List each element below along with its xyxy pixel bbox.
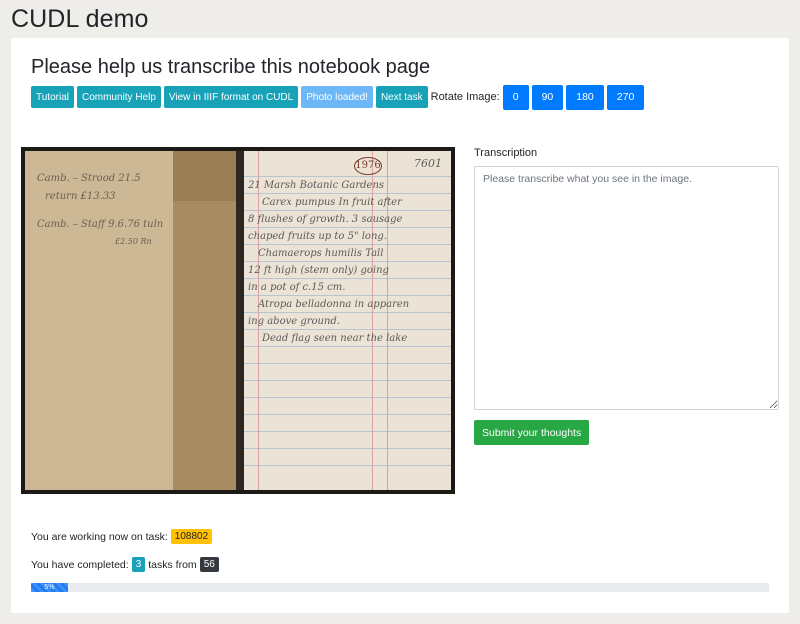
right-note-line: Chamaerops humilis Tall — [258, 248, 384, 259]
submit-button[interactable]: Submit your thoughts — [474, 420, 590, 445]
right-note-line: 21 Marsh Botanic Gardens — [248, 180, 385, 191]
ruled-line — [244, 380, 451, 381]
community-help-button[interactable]: Community Help — [76, 86, 161, 108]
photo-loaded-button[interactable]: Photo loaded! — [301, 86, 373, 108]
completion-status: You have completed: 3 tasks from 56 — [31, 557, 222, 572]
tape-strip — [173, 151, 236, 490]
working-on-label: You are working now on task: — [31, 530, 168, 543]
ruled-line — [244, 193, 451, 194]
ruled-line — [244, 363, 451, 364]
ruled-line — [244, 244, 451, 245]
completed-label: You have completed: — [31, 558, 129, 571]
notebook-spread: Camb. – Strood 21.5 return £13.33 Camb. … — [25, 151, 451, 490]
app-title: CUDL demo — [11, 5, 149, 33]
ruled-line — [244, 210, 451, 211]
right-note-line: Carex pumpus In fruit after — [262, 197, 402, 208]
right-notebook-page: 1976 7601 21 Marsh Botanic Gardens Carex… — [244, 151, 451, 490]
archive-stamp: 1976 — [354, 157, 382, 175]
ruled-line — [244, 448, 451, 449]
left-note-line: return £13.33 — [45, 191, 116, 202]
tape-top-strip — [173, 151, 236, 201]
ruled-line — [244, 176, 451, 177]
page-title: Please help us transcribe this notebook … — [31, 56, 431, 78]
right-note-line: 8 flushes of growth. 3 sausage — [248, 214, 403, 225]
toolbar: Tutorial Community Help View in IIIF for… — [31, 84, 647, 110]
notebook-image: Camb. – Strood 21.5 return £13.33 Camb. … — [21, 147, 455, 494]
total-tasks-badge: 56 — [199, 557, 219, 572]
ruled-line — [244, 261, 451, 262]
page-number: 7601 — [414, 157, 442, 170]
completed-count-badge: 3 — [131, 557, 146, 572]
right-note-line: in a pot of c.15 cm. — [248, 282, 346, 293]
left-note-line: Camb. – Strood 21.5 — [37, 173, 141, 184]
rotate-90-button[interactable]: 90 — [531, 84, 564, 110]
task-id-badge: 108802 — [170, 529, 213, 544]
view-iiif-button[interactable]: View in IIIF format on CUDL — [163, 86, 299, 108]
ruled-line — [244, 295, 451, 296]
transcription-textarea[interactable] — [474, 166, 779, 410]
right-note-line: Atropa belladonna in apparen — [258, 299, 410, 310]
rotate-0-button[interactable]: 0 — [502, 84, 529, 110]
tasks-from-label: tasks from — [148, 558, 197, 571]
right-note-line: 12 ft high (stem only) going — [248, 265, 389, 276]
ruled-line — [244, 278, 451, 279]
ruled-line — [244, 227, 451, 228]
ruled-line — [244, 312, 451, 313]
rotate-image-label: Rotate Image: — [430, 91, 500, 103]
left-notebook-page: Camb. – Strood 21.5 return £13.33 Camb. … — [25, 151, 236, 490]
tutorial-button[interactable]: Tutorial — [31, 86, 74, 108]
left-note-line: £2.50 Rn — [115, 237, 152, 246]
left-note-line: Camb. – Staff 9.6.76 tuln — [37, 219, 164, 230]
notebook-spine — [236, 151, 244, 490]
progress-track: 5% — [31, 583, 769, 592]
ruled-line — [244, 414, 451, 415]
ruled-line — [244, 465, 451, 466]
current-task-status: You are working now on task: 108802 — [31, 529, 215, 544]
ruled-line — [244, 346, 451, 347]
ruled-line — [244, 329, 451, 330]
right-note-line: Dead flag seen near the lake — [262, 333, 408, 344]
rotate-180-button[interactable]: 180 — [566, 84, 604, 110]
main-card: Please help us transcribe this notebook … — [11, 38, 789, 613]
ruled-line — [244, 431, 451, 432]
transcription-label: Transcription — [474, 147, 538, 159]
right-note-line: chaped fruits up to 5" long. — [248, 231, 387, 242]
progress-bar: 5% — [31, 583, 68, 592]
right-note-line: ing above ground. — [248, 316, 341, 327]
rotate-270-button[interactable]: 270 — [606, 84, 645, 110]
ruled-line — [244, 397, 451, 398]
next-task-button[interactable]: Next task — [375, 86, 428, 108]
